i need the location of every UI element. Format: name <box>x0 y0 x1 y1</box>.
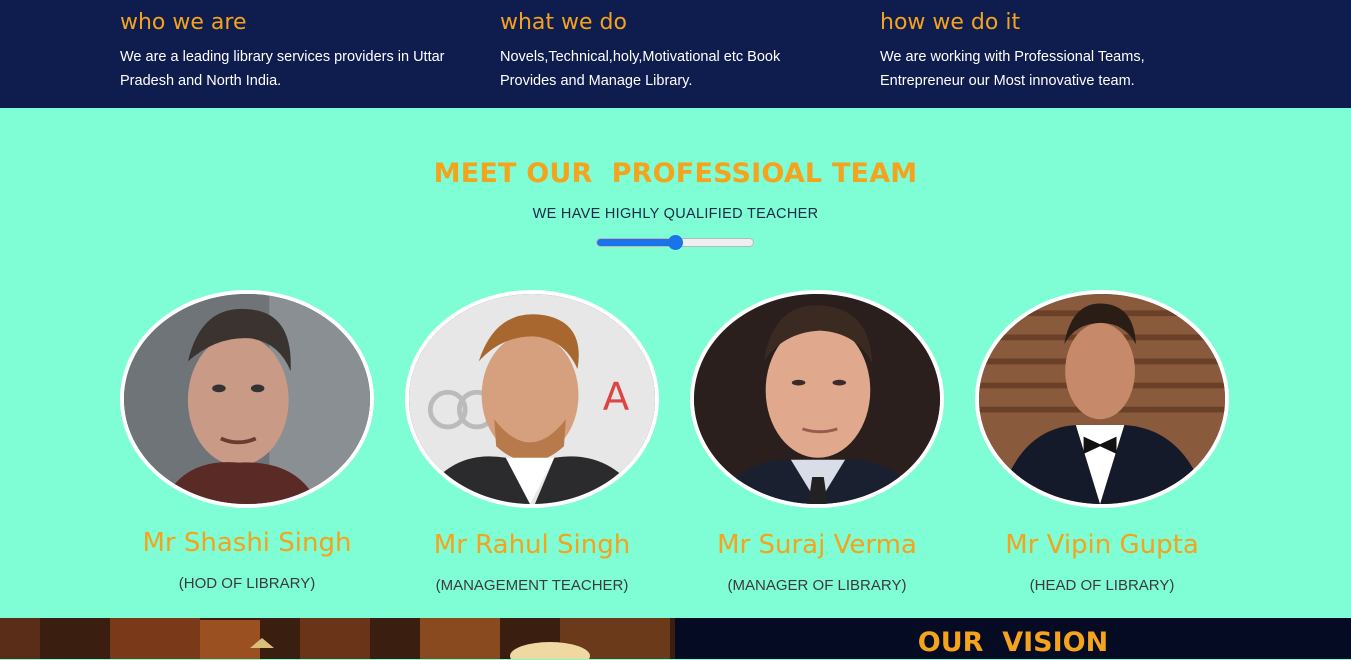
team-heading: MEET OUR PROFESSIOAL TEAM <box>433 158 918 189</box>
info-text: We are a leading library services provid… <box>120 49 445 89</box>
member-photo <box>690 290 944 508</box>
info-band: who we are We are a leading library serv… <box>0 0 1351 108</box>
info-text: We are working with Professional Teams, … <box>880 49 1145 89</box>
info-title: who we are <box>120 10 247 35</box>
member-name: Mr Suraj Verma <box>717 530 917 560</box>
member-role: (HEAD OF LIBRARY) <box>1029 577 1175 594</box>
vision-section: OUR VISION <box>675 618 1351 659</box>
vision-title: OUR VISION <box>917 627 1109 658</box>
info-what-we-do: what we do Novels,Technical,holy,Motivat… <box>500 8 840 93</box>
member-role: (MANAGEMENT TEACHER) <box>435 577 629 594</box>
slider-fill <box>597 239 675 246</box>
member-photo <box>120 290 374 508</box>
member-name: Mr Shashi Singh <box>142 528 352 558</box>
member-name: Mr Rahul Singh <box>433 530 631 560</box>
info-how-we-do-it: how we do it We are working with Profess… <box>880 8 1220 93</box>
info-title: what we do <box>500 10 627 35</box>
info-title: how we do it <box>880 10 1021 35</box>
info-who-we-are: who we are We are a leading library serv… <box>120 8 460 93</box>
team-member-card: Mr Shashi Singh (HOD OF LIBRARY) <box>120 290 374 592</box>
member-role: (MANAGER OF LIBRARY) <box>727 577 907 594</box>
member-photo <box>975 290 1229 508</box>
team-section: MEET OUR PROFESSIOAL TEAM WE HAVE HIGHLY… <box>0 108 1351 618</box>
library-image <box>0 618 675 659</box>
team-subheading: WE HAVE HIGHLY QUALIFIED TEACHER <box>532 206 819 222</box>
member-role: (HOD OF LIBRARY) <box>178 575 316 592</box>
team-member-card: Mr Vipin Gupta (HEAD OF LIBRARY) <box>975 290 1229 594</box>
team-member-card: A Mr Rahul Singh (MANAGEMENT TEACHER) <box>405 290 659 594</box>
svg-text:A: A <box>603 375 630 420</box>
team-member-card: Mr Suraj Verma (MANAGER OF LIBRARY) <box>690 290 944 594</box>
member-name: Mr Vipin Gupta <box>1005 530 1199 560</box>
info-text: Novels,Technical,holy,Motivational etc B… <box>500 49 781 89</box>
member-photo: A <box>405 290 659 508</box>
team-slider[interactable] <box>596 235 754 250</box>
slider-thumb[interactable] <box>668 235 683 250</box>
